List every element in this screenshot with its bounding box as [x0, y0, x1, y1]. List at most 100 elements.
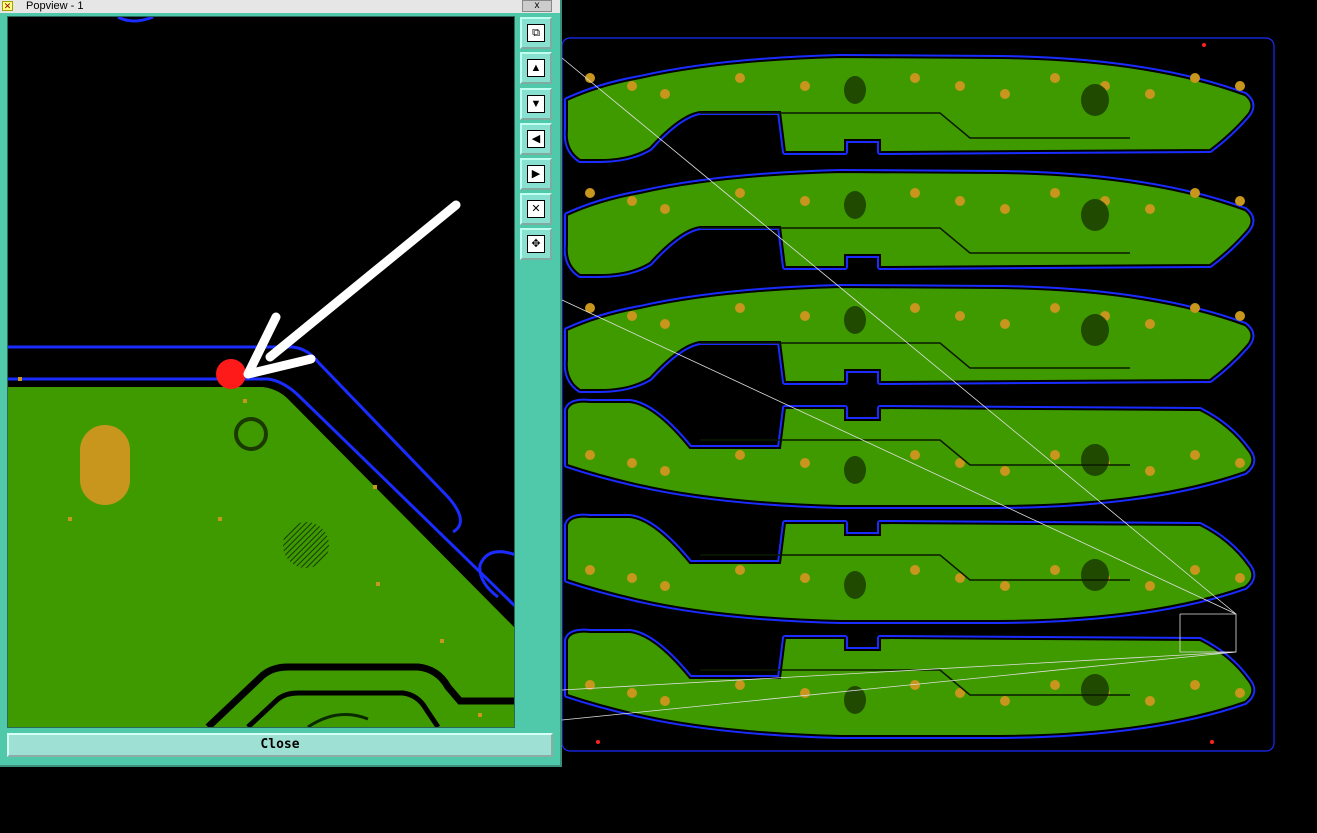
pad: [1050, 188, 1060, 198]
pad: [660, 204, 670, 214]
pad: [660, 466, 670, 476]
toolbar-button-1[interactable]: ⧉: [520, 17, 552, 49]
pad: [1190, 73, 1200, 83]
pad: [1145, 319, 1155, 329]
board-copper: [565, 285, 1253, 391]
pad-dot: [376, 582, 380, 586]
pad: [627, 458, 637, 468]
pad: [660, 581, 670, 591]
close-button[interactable]: Close: [7, 733, 553, 757]
popview-title: Popview - 1: [26, 0, 84, 12]
board-copper: [565, 55, 1253, 161]
pad: [1235, 196, 1245, 206]
hatched-pad: [1081, 444, 1109, 476]
pad-dot: [18, 377, 22, 381]
pad: [910, 565, 920, 575]
pad: [1235, 311, 1245, 321]
pad: [660, 696, 670, 706]
toolbar-button-7[interactable]: ✥: [520, 228, 552, 260]
zoom-center-icon: ✥: [527, 235, 545, 253]
pad: [955, 196, 965, 206]
pad: [1145, 204, 1155, 214]
pad: [627, 196, 637, 206]
pad: [735, 73, 745, 83]
hatched-pad: [1081, 84, 1109, 116]
popview-canvas[interactable]: [7, 16, 515, 728]
toolbar-button-4[interactable]: ◀: [520, 123, 552, 155]
pad: [1190, 303, 1200, 313]
oval-pad: [80, 425, 130, 505]
pad: [955, 81, 965, 91]
window-close-button[interactable]: x: [522, 0, 552, 12]
pad-dot: [373, 485, 377, 489]
pad: [955, 311, 965, 321]
board-outline: [117, 17, 154, 23]
pad: [627, 311, 637, 321]
hatched-pad: [844, 306, 866, 334]
pad: [800, 311, 810, 321]
pad: [910, 73, 920, 83]
pad: [800, 196, 810, 206]
pad: [800, 573, 810, 583]
pad-dot: [218, 517, 222, 521]
pad: [585, 450, 595, 460]
hatched-pad: [283, 522, 329, 568]
pad-dot: [440, 639, 444, 643]
pad: [1235, 573, 1245, 583]
pad: [735, 565, 745, 575]
toolbar-button-6[interactable]: ✕: [520, 193, 552, 225]
pad: [627, 81, 637, 91]
corner-marker: [596, 740, 600, 744]
popview-window[interactable]: ✕ Popview - 1 x ⧉ ▲ ▼ ◀ ▶ ✕ ✥ Close: [0, 0, 562, 767]
popview-titlebar[interactable]: ✕ Popview - 1 x: [0, 0, 560, 13]
pad: [910, 188, 920, 198]
pad: [1000, 204, 1010, 214]
pad: [585, 188, 595, 198]
board-copper: [565, 170, 1253, 276]
pad: [627, 688, 637, 698]
pad: [800, 688, 810, 698]
pad: [627, 573, 637, 583]
pad: [735, 680, 745, 690]
hatched-pad: [844, 571, 866, 599]
pad: [1145, 696, 1155, 706]
corner-marker: [1210, 740, 1214, 744]
pan-left-icon: ◀: [527, 130, 545, 148]
hatched-pad: [844, 456, 866, 484]
pad: [1050, 303, 1060, 313]
pad: [1145, 466, 1155, 476]
pad: [800, 81, 810, 91]
toolbar-button-2[interactable]: ▲: [520, 52, 552, 84]
pad: [1000, 89, 1010, 99]
pcb-board-4[interactable]: [564, 398, 1256, 509]
toolbar-button-5[interactable]: ▶: [520, 158, 552, 190]
pad: [1145, 89, 1155, 99]
pad: [1000, 581, 1010, 591]
board-copper: [566, 400, 1254, 507]
pad: [735, 303, 745, 313]
zoom-fit-icon: ✕: [527, 200, 545, 218]
hatched-pad: [844, 191, 866, 219]
error-marker: [216, 359, 246, 389]
pcb-board-1[interactable]: [563, 54, 1255, 163]
pad: [660, 319, 670, 329]
pad: [735, 188, 745, 198]
pad: [1050, 565, 1060, 575]
pad: [1145, 581, 1155, 591]
pcb-board-3[interactable]: [563, 284, 1255, 393]
pcb-board-5[interactable]: [564, 513, 1256, 624]
hatched-pad: [1081, 559, 1109, 591]
pad: [910, 303, 920, 313]
pcb-board-2[interactable]: [563, 169, 1255, 278]
pan-down-icon: ▼: [527, 95, 545, 113]
board-copper: [566, 515, 1254, 622]
pan-right-icon: ▶: [527, 165, 545, 183]
pad: [1190, 450, 1200, 460]
pad: [1000, 319, 1010, 329]
corner-marker: [1202, 43, 1206, 47]
hatched-pad: [1081, 199, 1109, 231]
toolbar-button-3[interactable]: ▼: [520, 88, 552, 120]
annotation-arrow: [265, 200, 461, 362]
pad: [910, 450, 920, 460]
pad: [1190, 565, 1200, 575]
